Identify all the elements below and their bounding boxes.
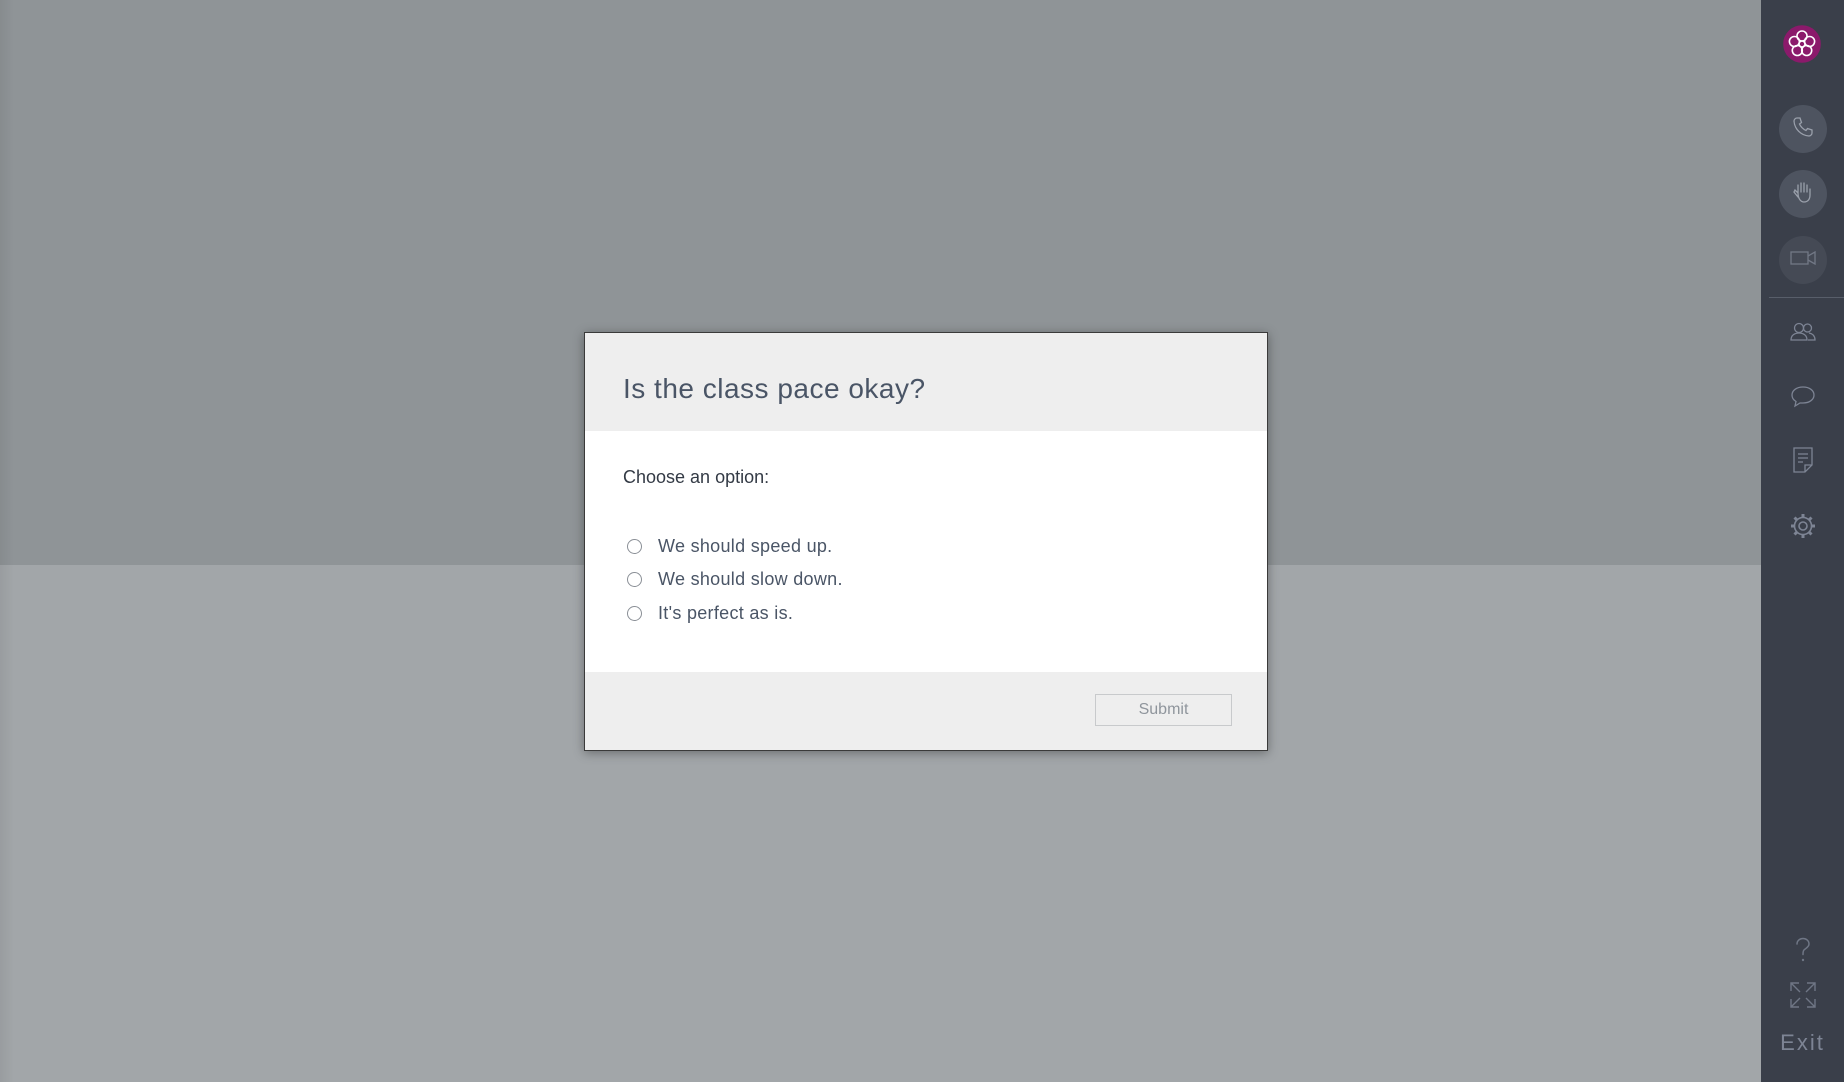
settings-gear-icon <box>1789 512 1817 545</box>
chat-icon <box>1789 384 1817 413</box>
participants-icon <box>1789 321 1817 348</box>
notes-button[interactable] <box>1784 443 1822 481</box>
poll-option-perfect[interactable]: It's perfect as is. <box>627 600 793 626</box>
dialog-footer: Submit <box>585 672 1267 750</box>
poll-option-speed-up[interactable]: We should speed up. <box>627 533 833 559</box>
option-label: We should speed up. <box>658 535 833 556</box>
poll-dialog: Is the class pace okay? Choose an option… <box>584 332 1268 751</box>
rail-divider <box>1769 297 1844 298</box>
poll-option-slow-down[interactable]: We should slow down. <box>627 566 843 592</box>
help-icon <box>1793 936 1813 969</box>
settings-button[interactable] <box>1784 509 1822 547</box>
dialog-header: Is the class pace okay? <box>585 333 1267 431</box>
notes-icon <box>1791 446 1815 479</box>
raise-hand-button[interactable] <box>1779 170 1827 218</box>
option-label: It's perfect as is. <box>658 602 794 623</box>
help-button[interactable] <box>1784 933 1822 971</box>
fullscreen-button[interactable] <box>1784 978 1822 1016</box>
radio-button[interactable] <box>627 571 642 587</box>
radio-button[interactable] <box>627 538 642 554</box>
poll-prompt: Choose an option: <box>623 467 770 487</box>
video-camera-icon <box>1789 248 1817 273</box>
dialog-title: Is the class pace okay? <box>623 373 926 404</box>
phone-button[interactable] <box>1779 105 1827 153</box>
flower-logo-icon <box>1782 24 1822 64</box>
chat-button[interactable] <box>1784 379 1822 417</box>
submit-button[interactable]: Submit <box>1095 694 1232 726</box>
raise-hand-icon <box>1790 179 1816 210</box>
exit-button[interactable]: Exit <box>1761 1030 1844 1056</box>
fullscreen-icon <box>1788 980 1818 1015</box>
video-button[interactable] <box>1779 236 1827 284</box>
stage-edge-shadow <box>0 0 14 1082</box>
right-toolbar: Exit <box>1761 0 1844 1082</box>
radio-button[interactable] <box>627 605 642 621</box>
option-label: We should slow down. <box>658 568 843 589</box>
phone-icon <box>1791 115 1815 144</box>
participants-button[interactable] <box>1784 315 1822 353</box>
